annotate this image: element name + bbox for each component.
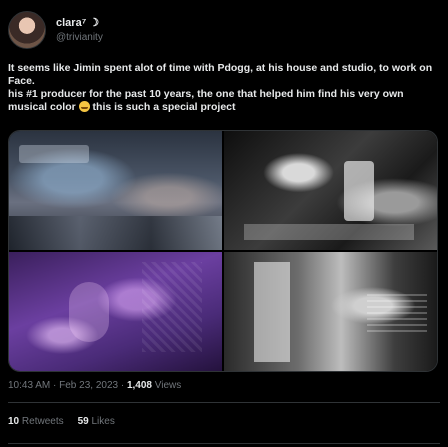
divider [8, 402, 440, 403]
author-display-name[interactable]: clara⁷ ☽ [56, 17, 103, 29]
tweet-header: clara⁷ ☽ @trivianity [8, 8, 103, 52]
photo-2[interactable] [224, 131, 437, 250]
avatar[interactable] [8, 11, 46, 49]
media-grid [8, 130, 438, 372]
author-handle[interactable]: @trivianity [56, 32, 103, 43]
likes-count: 59 [77, 416, 89, 427]
tweet-text-line-1: It seems like Jimin spent alot of time w… [8, 62, 433, 87]
smiling-face-emoji-icon [78, 100, 90, 112]
retweets-label: Retweets [21, 416, 64, 427]
tweet-stats: 10 Retweets 59 Likes [8, 416, 115, 428]
divider [8, 443, 440, 444]
likes-stat[interactable]: 59 Likes [78, 416, 115, 428]
photo-4[interactable] [224, 252, 437, 371]
author-names: clara⁷ ☽ @trivianity [56, 17, 103, 43]
tweet-timestamp: 10:43 AM · Feb 23, 2023 · 1,408 Views [8, 380, 181, 392]
tweet-text-line-2: his #1 producer for the past 10 years, t… [8, 88, 440, 113]
photo-3[interactable] [9, 252, 222, 371]
tweet-text-line-2-end: this is such a special project [92, 100, 236, 113]
views-count: 1,408 [126, 380, 152, 391]
retweets-count: 10 [8, 416, 20, 427]
tweet: clara⁷ ☽ @trivianity It seems like Jimin… [0, 0, 448, 447]
tweet-text: It seems like Jimin spent alot of time w… [8, 62, 440, 113]
photo-1[interactable] [9, 131, 222, 250]
likes-label: Likes [91, 416, 115, 427]
retweets-stat[interactable]: 10 Retweets [8, 416, 64, 428]
time-date[interactable]: 10:43 AM · Feb 23, 2023 · [8, 380, 127, 391]
views-label: Views [154, 380, 182, 391]
